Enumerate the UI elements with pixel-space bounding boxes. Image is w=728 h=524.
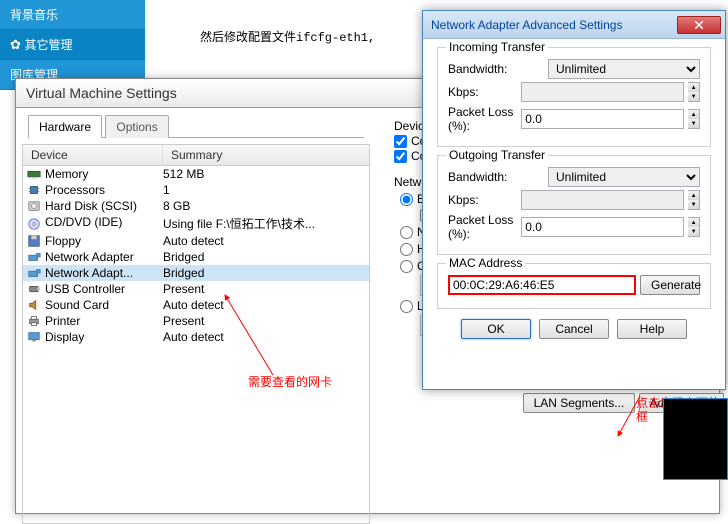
device-table: Device Summary Memory512 MBProcessors1Ha… bbox=[22, 144, 370, 524]
hdd-icon bbox=[23, 199, 45, 213]
device-name: USB Controller bbox=[45, 282, 163, 296]
out-kbps-input bbox=[521, 190, 684, 210]
out-pl-spinner[interactable]: ▲▼ bbox=[688, 217, 700, 237]
device-summary: Present bbox=[163, 282, 369, 296]
device-row[interactable]: Memory512 MB bbox=[23, 166, 369, 182]
close-button[interactable] bbox=[677, 16, 721, 34]
usb-icon bbox=[23, 282, 45, 296]
in-kbps-input bbox=[521, 82, 684, 102]
device-row[interactable]: Network AdapterBridged bbox=[23, 249, 369, 265]
device-row[interactable]: USB ControllerPresent bbox=[23, 281, 369, 297]
device-summary: Using file F:\恒拓工作\技术... bbox=[163, 215, 369, 232]
device-name: Network Adapt... bbox=[45, 266, 163, 280]
mac-address-input[interactable] bbox=[448, 275, 636, 295]
cd-icon bbox=[23, 215, 45, 232]
custom-radio[interactable] bbox=[400, 260, 413, 273]
nat-radio[interactable] bbox=[400, 226, 413, 239]
dialog-title: Network Adapter Advanced Settings bbox=[427, 18, 622, 32]
out-bandwidth-label: Bandwidth: bbox=[448, 170, 544, 184]
generate-button[interactable]: Generate bbox=[640, 275, 700, 295]
left-panel: Hardware Options Device Summary Memory51… bbox=[16, 114, 376, 524]
device-name: Printer bbox=[45, 314, 163, 328]
in-packetloss-input[interactable] bbox=[521, 109, 684, 129]
device-name: Hard Disk (SCSI) bbox=[45, 199, 163, 213]
out-kbps-label: Kbps: bbox=[448, 193, 517, 207]
out-packetloss-label: Packet Loss (%): bbox=[448, 213, 517, 241]
device-name: Memory bbox=[45, 167, 163, 181]
device-summary: 1 bbox=[163, 183, 369, 197]
device-row[interactable]: Network Adapt...Bridged bbox=[23, 265, 369, 281]
col-summary: Summary bbox=[163, 145, 230, 165]
connected-checkbox[interactable] bbox=[394, 135, 407, 148]
device-summary: Auto detect bbox=[163, 298, 369, 312]
cancel-button[interactable]: Cancel bbox=[539, 319, 609, 339]
sidebar-item-bg-music[interactable]: 背景音乐 bbox=[0, 0, 145, 30]
device-name: Network Adapter bbox=[45, 250, 163, 264]
black-panel bbox=[663, 398, 728, 480]
ok-button[interactable]: OK bbox=[461, 319, 531, 339]
device-name: Processors bbox=[45, 183, 163, 197]
device-summary: Auto detect bbox=[163, 234, 369, 248]
device-row[interactable]: CD/DVD (IDE)Using file F:\恒拓工作\技术... bbox=[23, 214, 369, 233]
device-summary: 512 MB bbox=[163, 167, 369, 181]
device-row[interactable]: Hard Disk (SCSI)8 GB bbox=[23, 198, 369, 214]
incoming-fieldset: Incoming Transfer Bandwidth:Unlimited Kb… bbox=[437, 47, 711, 147]
device-row[interactable]: PrinterPresent bbox=[23, 313, 369, 329]
outgoing-fieldset: Outgoing Transfer Bandwidth:Unlimited Kb… bbox=[437, 155, 711, 255]
device-name: Floppy bbox=[45, 234, 163, 248]
print-icon bbox=[23, 314, 45, 328]
lan-segment-radio[interactable] bbox=[400, 300, 413, 313]
connect-at-power-checkbox[interactable] bbox=[394, 150, 407, 163]
net-icon bbox=[23, 266, 45, 280]
tab-strip: Hardware Options bbox=[28, 114, 364, 138]
device-row[interactable]: FloppyAuto detect bbox=[23, 233, 369, 249]
tab-options[interactable]: Options bbox=[105, 115, 168, 138]
col-device: Device bbox=[23, 145, 163, 165]
device-row[interactable]: Sound CardAuto detect bbox=[23, 297, 369, 313]
memory-icon bbox=[23, 167, 45, 181]
net-icon bbox=[23, 250, 45, 264]
mac-legend: MAC Address bbox=[446, 256, 525, 270]
lan-segments-button[interactable]: LAN Segments... bbox=[523, 393, 636, 413]
mac-fieldset: MAC Address Generate bbox=[437, 263, 711, 309]
display-icon bbox=[23, 330, 45, 344]
context-text: 然后修改配置文件ifcfg-eth1, bbox=[200, 28, 375, 45]
tab-hardware[interactable]: Hardware bbox=[28, 115, 102, 138]
in-pl-spinner[interactable]: ▲▼ bbox=[688, 109, 700, 129]
floppy-icon bbox=[23, 234, 45, 248]
in-kbps-label: Kbps: bbox=[448, 85, 517, 99]
device-row[interactable]: Processors1 bbox=[23, 182, 369, 198]
in-packetloss-label: Packet Loss (%): bbox=[448, 105, 517, 133]
out-kbps-spinner[interactable]: ▲▼ bbox=[688, 190, 700, 210]
in-bandwidth-label: Bandwidth: bbox=[448, 62, 544, 76]
device-name: Sound Card bbox=[45, 298, 163, 312]
in-kbps-spinner[interactable]: ▲▼ bbox=[688, 82, 700, 102]
cpu-icon bbox=[23, 183, 45, 197]
device-summary: 8 GB bbox=[163, 199, 369, 213]
dialog-titlebar: Network Adapter Advanced Settings bbox=[423, 11, 725, 39]
sound-icon bbox=[23, 298, 45, 312]
device-table-header: Device Summary bbox=[23, 145, 369, 166]
host-only-radio[interactable] bbox=[400, 243, 413, 256]
sidebar: 背景音乐 其它管理 图库管理 bbox=[0, 0, 145, 90]
device-name: CD/DVD (IDE) bbox=[45, 215, 163, 232]
out-packetloss-input[interactable] bbox=[521, 217, 684, 237]
advanced-settings-dialog: Network Adapter Advanced Settings Incomi… bbox=[422, 10, 726, 390]
bridged-radio[interactable] bbox=[400, 193, 413, 206]
in-bandwidth-select[interactable]: Unlimited bbox=[548, 59, 700, 79]
device-summary: Auto detect bbox=[163, 330, 369, 344]
sidebar-item-other-manage[interactable]: 其它管理 bbox=[0, 30, 145, 60]
device-name: Display bbox=[45, 330, 163, 344]
device-summary: Bridged bbox=[163, 250, 369, 264]
close-icon bbox=[695, 21, 703, 29]
device-summary: Bridged bbox=[163, 266, 369, 280]
annotation-nic: 需要查看的网卡 bbox=[248, 373, 332, 390]
help-button[interactable]: Help bbox=[617, 319, 687, 339]
out-bandwidth-select[interactable]: Unlimited bbox=[548, 167, 700, 187]
device-summary: Present bbox=[163, 314, 369, 328]
incoming-legend: Incoming Transfer bbox=[446, 40, 548, 54]
device-row[interactable]: DisplayAuto detect bbox=[23, 329, 369, 345]
outgoing-legend: Outgoing Transfer bbox=[446, 148, 548, 162]
